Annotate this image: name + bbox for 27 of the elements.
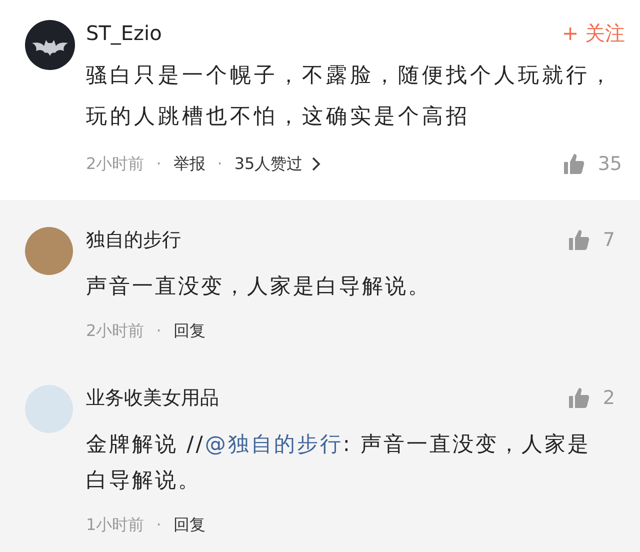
author-name[interactable]: 业务收美女用品 [86,384,219,412]
like-count: 35 [598,152,622,177]
separator-dot: · [155,153,162,176]
like-count: 2 [602,386,615,411]
avatar-bat-logo[interactable] [25,20,75,70]
like-count: 7 [602,228,615,253]
thumbs-up-icon[interactable] [566,386,591,410]
thumbs-up-icon[interactable] [566,228,591,252]
reply-text: 声音一直没变，人家是白导解说。 [86,273,432,300]
timestamp: 2小时前 [86,153,144,176]
separator-dot: · [155,320,162,342]
action-link[interactable]: 举报 [173,152,206,176]
action-link[interactable]: 回复 [173,513,206,537]
author-name[interactable]: 独自的步行 [86,226,181,254]
comment-text: 骚白只是一个幌子，不露脸，随便找个人玩就行，玩的人跳槽也不怕，这确实是个高招 [86,62,615,130]
author-name[interactable]: ST_Ezio [86,18,162,48]
avatar-photo[interactable] [25,227,73,275]
action-link[interactable]: 回复 [173,319,206,343]
timestamp: 2小时前 [86,320,144,342]
mention-link[interactable]: @独自的步行 [204,432,343,456]
separator-dot: · [155,514,162,536]
separator-dot: · [216,153,224,176]
timestamp: 1小时前 [86,514,144,536]
chevron-right-icon [310,156,321,172]
reply-text: 金牌解说 //@独自的步行: 声音一直没变，人家是白导解说。 [86,431,592,494]
likers-link[interactable]: 35人赞过 [234,152,321,176]
thumbs-up-icon[interactable] [562,152,586,176]
